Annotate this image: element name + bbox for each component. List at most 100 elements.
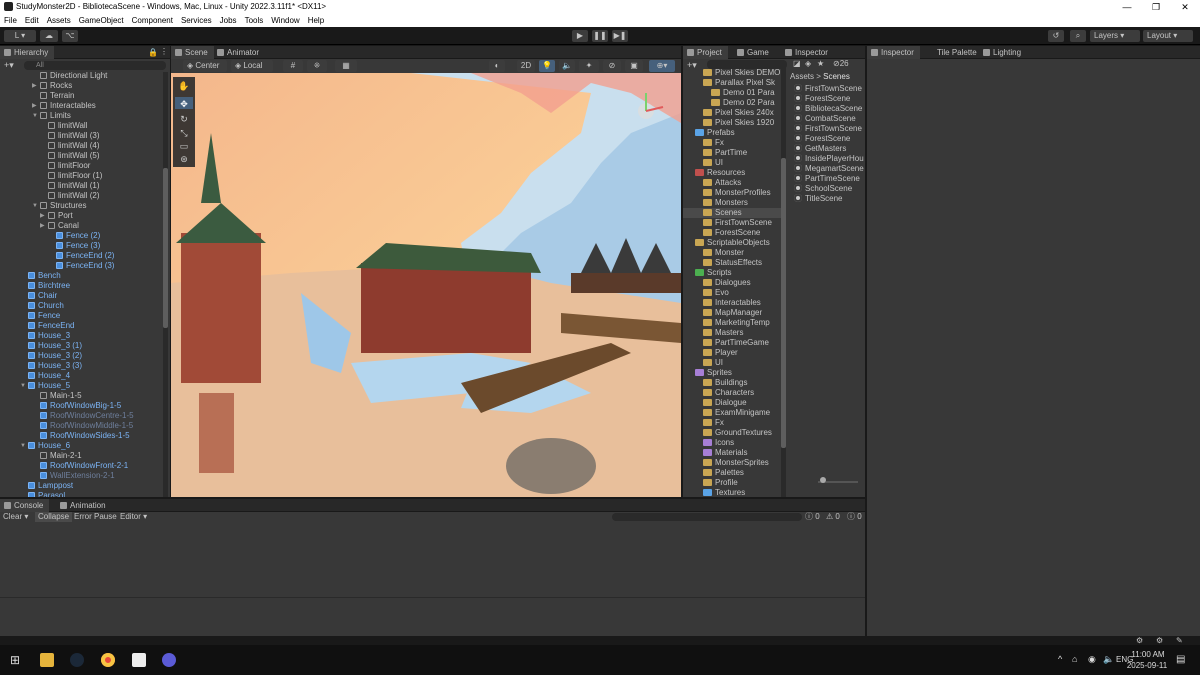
grid-visibility-icon[interactable]: ▦ [335,60,357,72]
project-folder[interactable]: Attacks [703,178,783,188]
chat-app-icon[interactable] [162,653,176,667]
expand-arrow-icon[interactable]: ▼ [32,111,38,121]
project-folder[interactable]: Player [703,348,783,358]
expand-arrow-icon[interactable]: ▶ [32,101,37,111]
tab-console[interactable]: Console [0,499,50,512]
hierarchy-item[interactable]: limitWall (5) [48,151,170,161]
cache-icon[interactable]: ⚙ [1156,636,1163,645]
error-count[interactable]: ⓘ 0 [847,512,862,522]
project-folder[interactable]: ForestScene [703,228,783,238]
project-folder[interactable]: Buildings [703,378,783,388]
hidden-count-badge[interactable]: ⊘26 [833,59,849,68]
snap-increment-icon[interactable]: ⁜ [307,60,327,72]
project-folder[interactable]: Textures [703,488,783,497]
scene-file[interactable]: MegamartScene [794,164,864,174]
project-folder[interactable]: StatusEffects [703,258,783,268]
project-folder[interactable]: Interactables [703,298,783,308]
expand-arrow-icon[interactable]: ▶ [32,81,37,91]
collapse-button[interactable]: Collapse [35,512,73,522]
project-folder[interactable]: Prefabs [695,128,775,138]
pivot-dropdown[interactable]: ◈ Center [183,60,227,72]
lock-icon[interactable]: 🔒 [148,48,158,57]
cloud-icon[interactable]: ☁ [40,30,58,42]
camera-icon[interactable]: ▣ [625,60,643,72]
account-dropdown[interactable]: L ▾ [4,30,36,42]
hierarchy-item[interactable]: Fence (3) [56,241,170,251]
project-folder[interactable]: Palettes [703,468,783,478]
project-folder[interactable]: Scenes [683,208,781,218]
search-icon[interactable]: ⌕ [1070,30,1086,42]
project-folder[interactable]: Dialogue [703,398,783,408]
volume-icon[interactable]: 🔈 [1103,654,1114,665]
hierarchy-item[interactable]: FenceEnd› [28,321,170,331]
hierarchy-item[interactable]: FenceEnd (3) [56,261,170,271]
hierarchy-item[interactable]: House_3 (1)› [28,341,170,351]
mode-2d-toggle[interactable]: 2D [517,60,535,72]
warning-count[interactable]: ⚠ 0 [826,512,840,522]
lighting-toggle-icon[interactable]: 💡 [539,60,555,72]
hierarchy-item[interactable]: Bench› [28,271,170,281]
expand-arrow-icon[interactable]: ▶ [40,211,45,221]
scene-file[interactable]: FirstTownScene [794,124,862,134]
network-icon[interactable]: ⌂ [1072,654,1077,664]
hierarchy-item[interactable]: Fence (2) [56,231,170,241]
project-folder[interactable]: Monster [703,248,783,258]
project-folder[interactable]: Sprites [695,368,775,378]
hierarchy-item[interactable]: FenceEnd (2) [56,251,170,261]
tab-inspector[interactable]: Inspector [867,46,920,59]
scrollbar-thumb[interactable] [163,168,168,328]
progress-icon[interactable]: ⚙ [1136,636,1143,645]
hierarchy-item[interactable]: limitWall (2) [48,191,170,201]
project-folder[interactable]: MapManager [703,308,783,318]
scrollbar-thumb[interactable] [781,158,786,448]
project-folder[interactable]: Pixel Skies DEMO [703,68,783,78]
history-icon[interactable]: ↺ [1048,30,1064,42]
project-folder[interactable]: Parallax Pixel Sk [703,78,783,88]
menu-tools[interactable]: Tools [245,14,264,27]
tab-game[interactable]: Game [733,46,775,59]
hierarchy-item[interactable]: RoofWindowFront-2-1 [40,461,170,471]
zoom-slider-handle[interactable] [820,477,826,483]
hierarchy-item[interactable]: House_3 (3)› [28,361,170,371]
error-pause-button[interactable]: Error Pause [74,512,117,522]
project-folder[interactable]: Evo [703,288,783,298]
scene-file[interactable]: SchoolScene [794,184,852,194]
file-explorer-icon[interactable] [40,653,54,667]
steam-icon[interactable] [70,653,84,667]
debug-icon[interactable]: ✎ [1176,636,1183,645]
chrome-icon[interactable] [101,653,115,667]
menu-edit[interactable]: Edit [25,14,39,27]
project-folder[interactable]: Fx [703,418,783,428]
project-folder[interactable]: Fx [703,138,783,148]
scene-file[interactable]: GetMasters [794,144,846,154]
hierarchy-item[interactable]: Parasol› [28,491,170,497]
tray-chevron-icon[interactable]: ^ [1058,654,1062,664]
project-folder[interactable]: Masters [703,328,783,338]
log-count[interactable]: ⓘ 0 [805,512,820,522]
menu-component[interactable]: Component [132,14,173,27]
hierarchy-scrollbar[interactable] [163,72,168,497]
project-folder[interactable]: Materials [703,448,783,458]
hierarchy-item[interactable]: RoofWindowMiddle-1-5 [40,421,170,431]
hierarchy-item[interactable]: ▶ Port [40,211,170,221]
expand-arrow-icon[interactable]: ▼ [20,381,26,391]
project-folder[interactable]: Scripts [695,268,775,278]
minimize-button[interactable]: — [1112,0,1142,14]
project-folder[interactable]: Resources [695,168,775,178]
project-folder[interactable]: UI [703,158,783,168]
hierarchy-item[interactable]: Lamppost› [28,481,170,491]
project-folder[interactable]: MonsterProfiles [703,188,783,198]
windows-start-icon[interactable]: ⊞ [10,653,24,667]
filter-type-icon[interactable]: ◪ [793,59,801,68]
scene-file[interactable]: PartTimeScene [794,174,860,184]
close-button[interactable]: ✕ [1170,0,1200,14]
project-folder[interactable]: UI [703,358,783,368]
hierarchy-item[interactable]: limitFloor (1) [48,171,170,181]
tab-tile-palette[interactable]: Tile Palette [923,46,983,59]
hierarchy-item[interactable]: ▼ Limits [32,111,170,121]
hierarchy-item[interactable]: House_3› [28,331,170,341]
tab-hierarchy[interactable]: Hierarchy [0,46,55,59]
breadcrumb-assets[interactable]: Assets [790,72,814,81]
hierarchy-item[interactable]: Main-1-5 [40,391,170,401]
hierarchy-item[interactable]: ▼House_5› [20,381,170,391]
